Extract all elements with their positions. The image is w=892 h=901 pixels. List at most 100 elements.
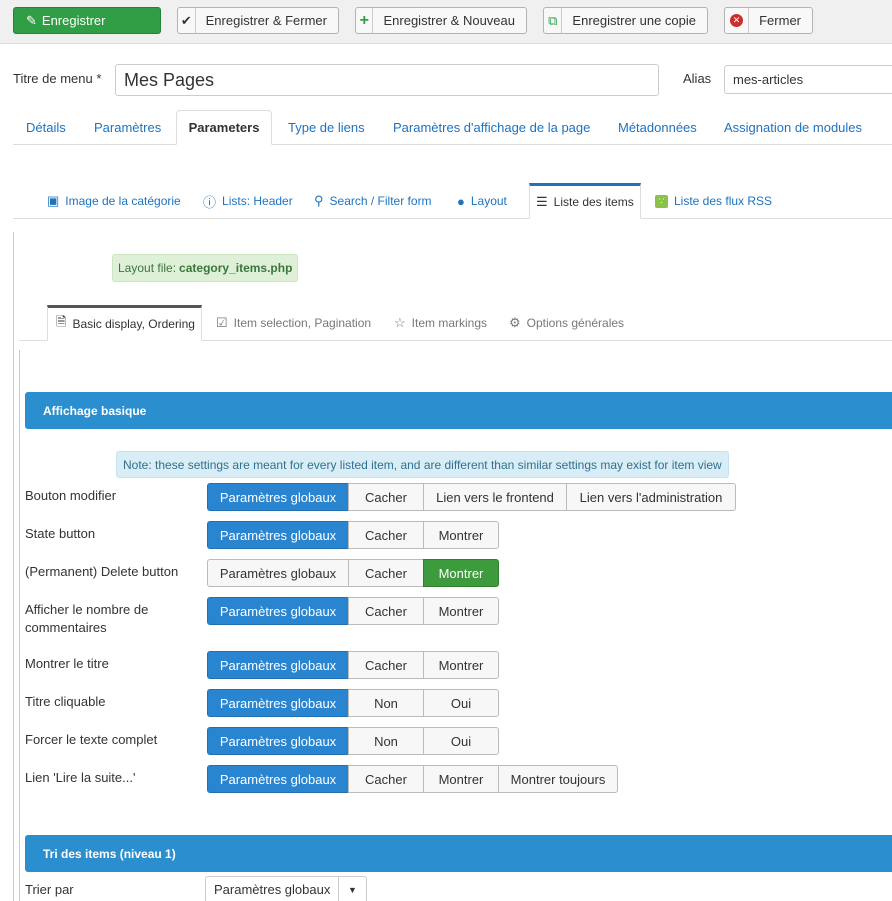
option-button[interactable]: Montrer toujours bbox=[498, 765, 618, 793]
plus-icon: + bbox=[356, 8, 374, 33]
tab-layout-label: Layout bbox=[470, 194, 507, 208]
option-button[interactable]: Montrer bbox=[423, 559, 499, 587]
tab-layout[interactable]: ● Layout bbox=[457, 183, 507, 219]
layout-file-prefix: Layout file: bbox=[118, 261, 177, 275]
option-button[interactable]: Cacher bbox=[348, 651, 424, 679]
tab-lists-header[interactable]: ⓘ Lists: Header bbox=[203, 183, 293, 219]
title-label: Titre de menu * bbox=[13, 71, 102, 86]
row-label-nombre-commentaires: Afficher le nombre de commentaires bbox=[25, 602, 149, 635]
option-button[interactable]: Paramètres globaux bbox=[207, 765, 349, 793]
row-label-montrer-titre: Montrer le titre bbox=[25, 656, 109, 671]
option-button[interactable]: Paramètres globaux bbox=[207, 727, 349, 755]
tab-image-categorie-label: Image de la catégorie bbox=[65, 194, 181, 208]
option-button[interactable]: Paramètres globaux bbox=[207, 521, 349, 549]
tab-item-selection[interactable]: ☑ Item selection, Pagination bbox=[216, 305, 371, 341]
chevron-down-icon: ▼ bbox=[338, 877, 366, 901]
sort-select[interactable]: Paramètres globaux ▼ bbox=[205, 876, 367, 901]
palette-icon: ● bbox=[457, 193, 465, 209]
option-button[interactable]: Montrer bbox=[423, 765, 499, 793]
document-icon: 🗎 bbox=[56, 314, 67, 329]
option-button[interactable]: Oui bbox=[423, 689, 499, 717]
star-icon: ☆ bbox=[394, 315, 406, 330]
row-label-state-button: State button bbox=[25, 526, 96, 541]
btngroup-montrer-titre: Paramètres globaux Cacher Montrer bbox=[207, 651, 499, 679]
tab-options-generales[interactable]: ⚙ Options générales bbox=[509, 305, 624, 341]
btngroup-state-button: Paramètres globaux Cacher Montrer bbox=[207, 521, 499, 549]
title-input[interactable]: Mes Pages bbox=[115, 64, 659, 96]
tab-flux-rss-label: Liste des flux RSS bbox=[674, 194, 773, 208]
option-button[interactable]: Montrer bbox=[423, 521, 499, 549]
save-new-label: Enregistrer & Nouveau bbox=[383, 13, 515, 28]
panel-border bbox=[13, 232, 14, 901]
save-button[interactable]: ✎ Enregistrer bbox=[13, 7, 161, 34]
search-icon: ⚲ bbox=[314, 193, 324, 208]
row-label-delete-button: (Permanent) Delete button bbox=[25, 564, 179, 579]
sub-tabs: ▣ Image de la catégorie ⓘ Lists: Header … bbox=[13, 183, 892, 219]
tab-basic-display[interactable]: 🗎 Basic display, Ordering bbox=[47, 305, 202, 341]
tab-parametres[interactable]: Paramètres bbox=[94, 110, 161, 145]
option-button[interactable]: Paramètres globaux bbox=[207, 483, 349, 511]
section-tri-items: Tri des items (niveau 1) bbox=[25, 835, 892, 872]
tab-affichage-page[interactable]: Paramètres d'affichage de la page bbox=[393, 110, 590, 145]
tab-metadonnees[interactable]: Métadonnées bbox=[618, 110, 697, 145]
copy-icon: ⧉ bbox=[544, 8, 563, 33]
info-note: Note: these settings are meant for every… bbox=[116, 451, 729, 478]
save-copy-label: Enregistrer une copie bbox=[572, 13, 696, 28]
save-new-button[interactable]: + Enregistrer & Nouveau bbox=[355, 7, 527, 34]
save-copy-button[interactable]: ⧉ Enregistrer une copie bbox=[543, 7, 708, 34]
tab-details[interactable]: Détails bbox=[26, 110, 66, 145]
option-button[interactable]: Paramètres globaux bbox=[207, 651, 349, 679]
close-button[interactable]: ✕ Fermer bbox=[724, 7, 813, 34]
option-button[interactable]: Cacher bbox=[348, 521, 424, 549]
edit-icon: ✎ bbox=[26, 12, 37, 28]
option-button[interactable]: Paramètres globaux bbox=[207, 689, 349, 717]
option-button[interactable]: Oui bbox=[423, 727, 499, 755]
tab-search-filter[interactable]: ⚲ Search / Filter form bbox=[314, 183, 432, 219]
btngroup-nombre-commentaires: Paramètres globaux Cacher Montrer bbox=[207, 597, 499, 625]
row-label-lire-suite: Lien 'Lire la suite...' bbox=[25, 770, 136, 785]
tab-item-markings-label: Item markings bbox=[411, 316, 488, 330]
tab-liste-items[interactable]: ☰ Liste des items bbox=[529, 183, 641, 219]
option-button[interactable]: Lien vers l'administration bbox=[566, 483, 736, 511]
btngroup-bouton-modifier: Paramètres globaux Cacher Lien vers le f… bbox=[207, 483, 736, 511]
option-button[interactable]: Paramètres globaux bbox=[207, 559, 349, 587]
btngroup-delete-button: Paramètres globaux Cacher Montrer bbox=[207, 559, 499, 587]
check-icon: ✔ bbox=[178, 8, 196, 33]
save-close-button[interactable]: ✔ Enregistrer & Fermer bbox=[177, 7, 339, 34]
option-button[interactable]: Non bbox=[348, 689, 424, 717]
option-button[interactable]: Non bbox=[348, 727, 424, 755]
tab-lists-header-label: Lists: Header bbox=[222, 194, 293, 208]
list-icon: ☰ bbox=[536, 194, 548, 209]
tab-options-generales-label: Options générales bbox=[526, 316, 625, 330]
save-label: Enregistrer bbox=[41, 13, 106, 28]
image-icon: ▣ bbox=[47, 193, 60, 208]
btngroup-lire-suite: Paramètres globaux Cacher Montrer Montre… bbox=[207, 765, 618, 793]
tab-type-liens[interactable]: Type de liens bbox=[288, 110, 365, 145]
row-label-forcer-texte: Forcer le texte complet bbox=[25, 732, 158, 747]
row-label-bouton-modifier: Bouton modifier bbox=[25, 488, 117, 503]
tab-flux-rss[interactable]: ∵ Liste des flux RSS bbox=[655, 183, 772, 219]
option-button[interactable]: Montrer bbox=[423, 651, 499, 679]
tab-search-filter-label: Search / Filter form bbox=[329, 194, 432, 208]
option-button[interactable]: Cacher bbox=[348, 765, 424, 793]
option-button[interactable]: Cacher bbox=[348, 559, 424, 587]
section-affichage-basique: Affichage basique bbox=[25, 392, 892, 429]
tab-assignation-modules[interactable]: Assignation de modules bbox=[724, 110, 862, 145]
tab-basic-display-label: Basic display, Ordering bbox=[72, 317, 195, 331]
option-button[interactable]: Paramètres globaux bbox=[207, 597, 349, 625]
option-button[interactable]: Lien vers le frontend bbox=[423, 483, 567, 511]
option-button[interactable]: Cacher bbox=[348, 483, 424, 511]
row-label-trier-par: Trier par bbox=[25, 882, 74, 897]
inner-panel-border bbox=[19, 350, 20, 901]
main-tabs: Détails Paramètres Parameters Type de li… bbox=[13, 110, 892, 145]
layout-file-badge: Layout file: category_items.php bbox=[112, 254, 299, 282]
tab-item-markings[interactable]: ☆ Item markings bbox=[394, 305, 487, 341]
tab-image-categorie[interactable]: ▣ Image de la catégorie bbox=[47, 183, 181, 219]
btngroup-titre-cliquable: Paramètres globaux Non Oui bbox=[207, 689, 499, 717]
alias-input[interactable]: mes-articles bbox=[724, 65, 892, 94]
close-label: Fermer bbox=[759, 13, 801, 28]
option-button[interactable]: Cacher bbox=[348, 597, 424, 625]
tab-parameters[interactable]: Parameters bbox=[176, 110, 272, 145]
option-button[interactable]: Montrer bbox=[423, 597, 499, 625]
close-icon: ✕ bbox=[725, 8, 750, 33]
